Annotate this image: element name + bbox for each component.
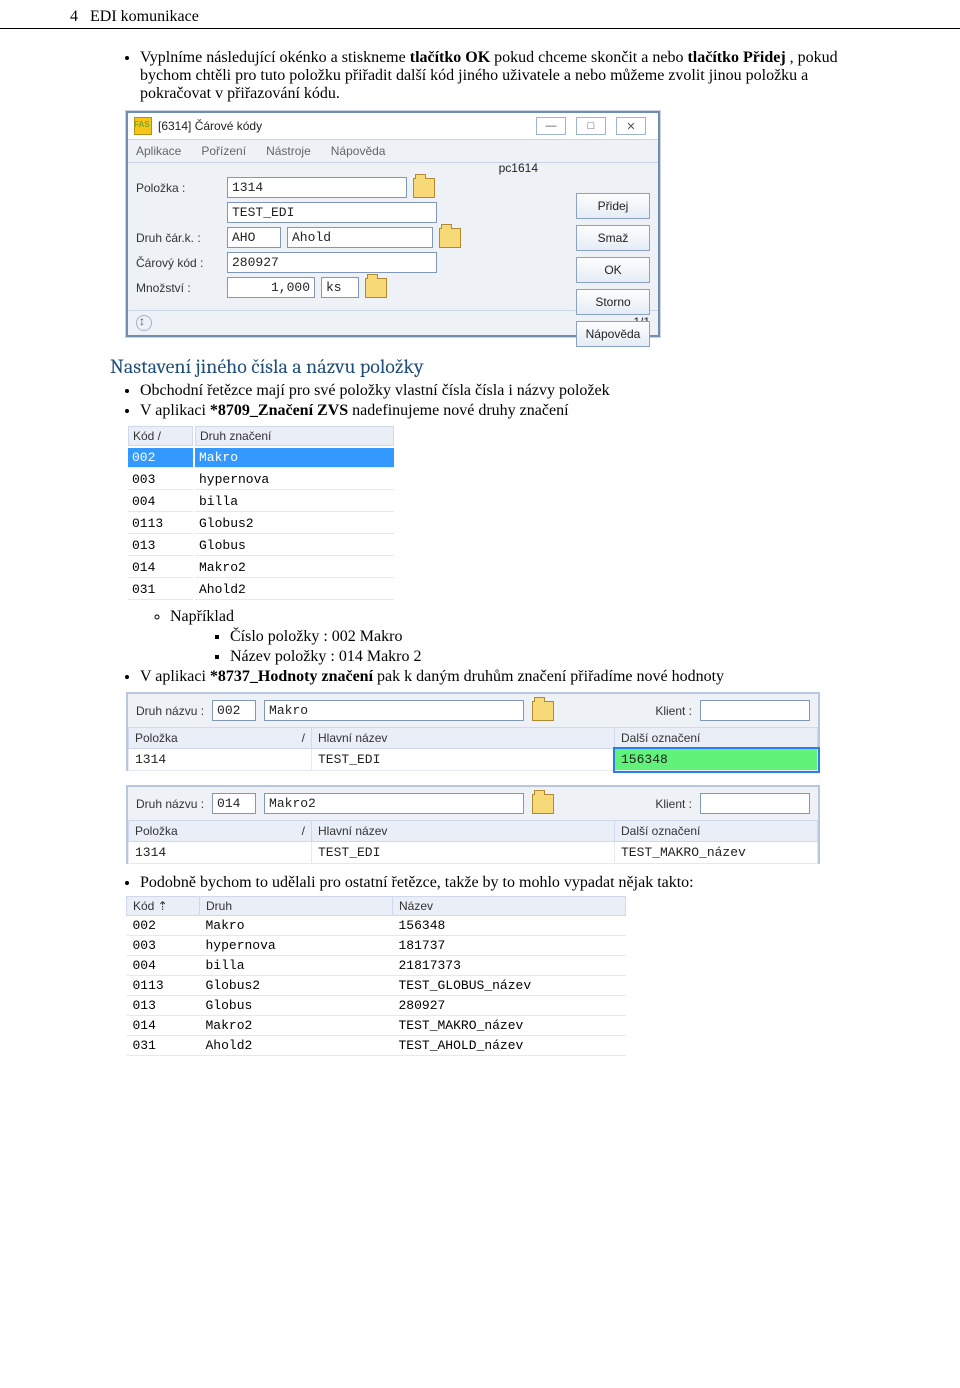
folder-icon[interactable] [532,794,554,814]
table-druhy-znaceni: Kód / Druh značení 002Makro 003hypernova… [126,424,396,602]
col-kod[interactable]: Kód ⇡ [127,897,200,916]
storno-button[interactable]: Storno [576,289,650,315]
klient-label: Klient : [655,704,692,718]
druhk-name-input[interactable]: Ahold [287,227,433,248]
bullet-obchodni-retezce: Obchodní řetězce mají pro své položky vl… [140,382,880,400]
druh-nazvu-label: Druh názvu : [136,797,204,811]
close-icon[interactable]: ✕ [616,117,646,135]
mnozstvi-unit[interactable]: ks [321,277,359,298]
pc-label: pc1614 [499,161,538,175]
polozka-label: Položka : [136,181,221,195]
example-label: Například [170,608,880,626]
folder-icon[interactable] [439,228,461,248]
menu-napoveda[interactable]: Nápověda [331,144,386,158]
napoveda-button[interactable]: Nápověda [576,321,650,347]
panel-hodnoty-makro2: Druh názvu : 014 Makro2 Klient : Položka… [126,785,820,864]
table-row[interactable]: 002Makro156348 [127,916,626,936]
example-cislo: Číslo položky : 002 Makro [230,628,880,646]
panel-table: Položka/ Hlavní název Další označení 131… [128,820,818,864]
table-row[interactable]: 003hypernova181737 [127,936,626,956]
polozka-name-input[interactable]: TEST_EDI [227,202,437,223]
window-carove-kody: [6314] Čárové kódy — □ ✕ Aplikace Poříze… [126,111,660,337]
table-row[interactable]: 0113Globus2TEST_GLOBUS_název [127,976,626,996]
scroll-indicator-icon[interactable] [136,315,152,331]
col-polozka[interactable]: Položka/ [129,728,312,749]
col-druh[interactable]: Druh [200,897,393,916]
col-hlavni[interactable]: Hlavní název [312,821,615,842]
folder-icon[interactable] [413,178,435,198]
druh-code-input[interactable]: 002 [212,700,256,721]
table-row[interactable]: 013Globus280927 [127,996,626,1016]
col-nazev[interactable]: Název [393,897,626,916]
mnozstvi-label: Množství : [136,281,221,295]
menu-nastroje[interactable]: Nástroje [266,144,311,158]
window-title: [6314] Čárové kódy [158,119,262,133]
page-title: EDI komunikace [90,8,199,26]
app-icon [134,117,152,135]
table-row[interactable]: 031Ahold2TEST_AHOLD_název [127,1036,626,1056]
section-title: Nastavení jiného čísla a názvu položky [110,355,880,378]
druhk-label: Druh čár.k. : [136,231,221,245]
klient-input[interactable] [700,700,810,721]
page-number: 4 [70,8,78,26]
col-druh[interactable]: Druh značení [195,426,394,446]
table-row[interactable]: 003hypernova [128,470,394,490]
col-dalsi[interactable]: Další označení [615,821,818,842]
ckod-input[interactable]: 280927 [227,252,437,273]
table-row[interactable]: 0113Globus2 [128,514,394,534]
menu-porizeni[interactable]: Pořízení [201,144,246,158]
druh-nazvu-label: Druh názvu : [136,704,204,718]
table-row[interactable]: 1314 TEST_EDI TEST_MAKRO_název [129,842,818,864]
bullet-8709: V aplikaci *8709_Značení ZVS nadefinujem… [140,402,880,420]
panel-table: Položka/ Hlavní název Další označení 131… [128,727,818,771]
table-row[interactable]: 031Ahold2 [128,580,394,600]
druhk-code-input[interactable]: AHO [227,227,281,248]
maximize-icon[interactable]: □ [576,117,606,135]
polozka-input[interactable]: 1314 [227,177,407,198]
table-row[interactable]: 014Makro2TEST_MAKRO_název [127,1016,626,1036]
table-row[interactable]: 1314 TEST_EDI 156348 [129,749,818,771]
panel-hodnoty-makro: Druh názvu : 002 Makro Klient : Položka/… [126,692,820,771]
bullet-8737: V aplikaci *8737_Hodnoty značení pak k d… [140,668,880,686]
druh-name-input[interactable]: Makro [264,700,524,721]
col-dalsi[interactable]: Další označení [615,728,818,749]
highlighted-cell: 156348 [615,749,818,771]
smaz-button[interactable]: Smaž [576,225,650,251]
col-polozka[interactable]: Položka/ [129,821,312,842]
page-header: 4 EDI komunikace [0,0,960,29]
table-row[interactable]: 004billa [128,492,394,512]
paragraph-ok-pridej: Vyplníme následující okénko a stiskneme … [140,49,880,103]
example-nazev: Název položky : 014 Makro 2 [230,648,880,666]
folder-icon[interactable] [365,278,387,298]
ckod-label: Čárový kód : [136,256,221,270]
table-row[interactable]: 013Globus [128,536,394,556]
table-row[interactable]: 004billa21817373 [127,956,626,976]
klient-label: Klient : [655,797,692,811]
menu-bar: Aplikace Pořízení Nástroje Nápověda [128,140,658,162]
menu-aplikace[interactable]: Aplikace [136,144,181,158]
bullet-podobne: Podobně bychom to udělali pro ostatní ře… [140,874,880,892]
druh-name-input[interactable]: Makro2 [264,793,524,814]
mnozstvi-input[interactable]: 1,000 [227,277,315,298]
table-vysledek: Kód ⇡ Druh Název 002Makro156348 003hyper… [126,896,626,1056]
minimize-icon[interactable]: — [536,117,566,135]
col-kod[interactable]: Kód / [128,426,193,446]
col-hlavni[interactable]: Hlavní název [312,728,615,749]
ok-button[interactable]: OK [576,257,650,283]
pridej-button[interactable]: Přidej [576,193,650,219]
table-row[interactable]: 014Makro2 [128,558,394,578]
druh-code-input[interactable]: 014 [212,793,256,814]
klient-input[interactable] [700,793,810,814]
table-row[interactable]: 002Makro [128,448,394,468]
folder-icon[interactable] [532,701,554,721]
window-title-bar: [6314] Čárové kódy — □ ✕ [128,113,658,140]
